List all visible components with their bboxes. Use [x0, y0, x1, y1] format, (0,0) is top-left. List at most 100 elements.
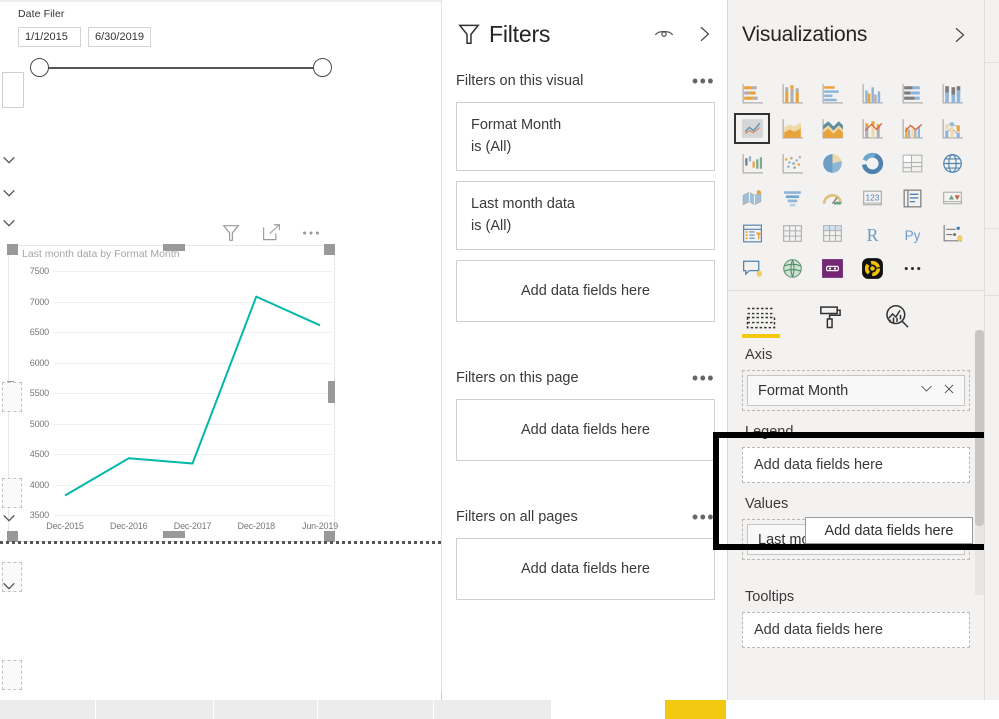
treemap-icon[interactable]	[892, 146, 932, 181]
area-chart-icon[interactable]	[772, 111, 812, 146]
filter-card[interactable]: Last month data is (All)	[456, 181, 715, 250]
ribbon-chart-icon[interactable]	[932, 111, 972, 146]
date-slicer-start-input[interactable]: 1/1/2015	[18, 27, 81, 47]
line-and-stacked-column-chart-icon[interactable]	[852, 111, 892, 146]
line-and-clustered-column-chart-icon[interactable]	[892, 111, 932, 146]
edge-field-well[interactable]	[2, 660, 22, 690]
page-tab-active-indicator[interactable]	[665, 700, 726, 719]
filter-group-all-pages: Filters on all pages ••• Add data fields…	[442, 506, 729, 600]
edge-field-well[interactable]	[2, 478, 22, 508]
page-tab[interactable]	[318, 700, 434, 719]
stacked-column-chart-icon[interactable]	[772, 76, 812, 111]
resize-handle-middle-right[interactable]	[328, 381, 335, 403]
filled-map-icon[interactable]	[732, 181, 772, 216]
clustered-column-chart-icon[interactable]	[852, 76, 892, 111]
chart-plot-area[interactable]: 3500 4000 4500 5000 5500 6000 6500 7000 7500 Dec-…	[9, 263, 338, 543]
multi-row-card-icon[interactable]	[892, 181, 932, 216]
more-visuals-icon[interactable]	[892, 251, 932, 286]
page-tab[interactable]	[434, 700, 552, 719]
clustered-bar-chart-icon[interactable]	[812, 76, 852, 111]
gauge-chart-icon[interactable]	[812, 181, 852, 216]
close-icon[interactable]	[942, 382, 956, 400]
chevron-down-icon[interactable]	[1, 152, 17, 168]
r-script-visual-icon[interactable]: R	[852, 216, 892, 251]
fields-pane-partial[interactable]	[984, 0, 999, 719]
field-pill-axis[interactable]: Format Month	[747, 375, 965, 406]
pie-chart-icon[interactable]	[812, 146, 852, 181]
date-slicer-end-input[interactable]: 6/30/2019	[88, 27, 151, 47]
svg-text:R: R	[866, 225, 878, 245]
well-dropzone-axis[interactable]: Format Month	[742, 370, 970, 411]
line-chart-visual[interactable]: Last month data by Format Month 3500 4000…	[8, 245, 338, 543]
kpi-icon[interactable]	[932, 181, 972, 216]
power-apps-visual-icon[interactable]	[812, 251, 852, 286]
well-dropzone-legend[interactable]: Add data fields here	[742, 447, 970, 483]
chevron-down-icon[interactable]	[919, 381, 934, 400]
more-options-icon[interactable]: •••	[692, 369, 715, 387]
line-chart-icon[interactable]	[732, 111, 772, 146]
edge-divider	[984, 228, 999, 229]
donut-chart-icon[interactable]	[852, 146, 892, 181]
more-options-icon[interactable]	[299, 221, 323, 245]
filters-pane-title: Filters	[489, 20, 551, 47]
matrix-icon[interactable]	[812, 216, 852, 251]
report-canvas[interactable]: Date Filer 1/1/2015 6/30/2019 Last month…	[0, 0, 441, 719]
funnel-chart-icon[interactable]	[772, 181, 812, 216]
page-tabs-strip[interactable]	[0, 692, 999, 719]
well-axis: Axis Format Month	[728, 340, 984, 411]
date-slicer-range-track[interactable]	[18, 58, 332, 78]
python-visual-icon[interactable]: Py	[892, 216, 932, 251]
waterfall-chart-icon[interactable]	[732, 146, 772, 181]
filter-dropzone[interactable]: Add data fields here	[456, 538, 715, 600]
filter-group-header: Filters on all pages •••	[442, 506, 729, 528]
resize-handle-bottom-center[interactable]	[163, 531, 185, 538]
stacked-bar-chart-icon[interactable]	[732, 76, 772, 111]
resize-handle-top-right[interactable]	[324, 244, 335, 255]
chevron-right-icon[interactable]	[695, 25, 713, 43]
eye-icon[interactable]	[653, 23, 675, 45]
svg-text:Py: Py	[904, 228, 920, 243]
more-options-icon[interactable]: •••	[692, 72, 715, 90]
filter-card[interactable]: Format Month is (All)	[456, 102, 715, 171]
slicer-handle-left[interactable]	[30, 58, 49, 77]
visualization-type-gallery[interactable]: 123 R Py	[732, 76, 972, 286]
table-icon[interactable]	[772, 216, 812, 251]
edge-field-well[interactable]	[2, 382, 22, 412]
edge-field-box[interactable]	[2, 72, 24, 108]
chevron-down-icon[interactable]	[1, 215, 17, 231]
chevron-down-icon[interactable]	[1, 185, 17, 201]
format-tab[interactable]	[808, 296, 850, 338]
well-dropzone-tooltips[interactable]: Add data fields here	[742, 612, 970, 648]
slicer-icon[interactable]	[732, 216, 772, 251]
date-slicer-visual[interactable]: Date Filer 1/1/2015 6/30/2019	[18, 8, 332, 77]
filter-dropzone[interactable]: Add data fields here	[456, 260, 715, 322]
chevron-down-icon[interactable]	[1, 510, 17, 526]
key-influencers-icon[interactable]	[932, 216, 972, 251]
more-options-icon[interactable]: •••	[692, 508, 715, 526]
fields-tab[interactable]	[740, 296, 782, 338]
100-percent-stacked-column-chart-icon[interactable]	[932, 76, 972, 111]
custom-visual-icon[interactable]	[852, 251, 892, 286]
page-tab[interactable]	[96, 700, 214, 719]
page-tab[interactable]	[0, 700, 96, 719]
100-percent-stacked-bar-chart-icon[interactable]	[892, 76, 932, 111]
well-label-axis: Axis	[745, 347, 773, 363]
chevron-right-icon[interactable]	[950, 26, 968, 44]
chevron-down-icon[interactable]	[1, 578, 17, 594]
slicer-handle-right[interactable]	[313, 58, 332, 77]
filter-dropzone[interactable]: Add data fields here	[456, 399, 715, 461]
funnel-icon[interactable]	[219, 221, 243, 245]
map-icon[interactable]	[932, 146, 972, 181]
scatter-chart-icon[interactable]	[772, 146, 812, 181]
qna-visual-icon[interactable]	[732, 251, 772, 286]
visualizations-scrollbar-thumb[interactable]	[975, 330, 984, 526]
page-tab[interactable]	[214, 700, 318, 719]
arcgis-map-icon[interactable]	[772, 251, 812, 286]
resize-handle-top-left[interactable]	[7, 244, 18, 255]
analytics-tab[interactable]	[876, 296, 918, 338]
focus-mode-icon[interactable]	[259, 221, 283, 245]
card-icon[interactable]: 123	[852, 181, 892, 216]
stacked-area-chart-icon[interactable]	[812, 111, 852, 146]
viz-gallery-divider	[728, 290, 984, 291]
resize-handle-top-center[interactable]	[163, 244, 185, 251]
